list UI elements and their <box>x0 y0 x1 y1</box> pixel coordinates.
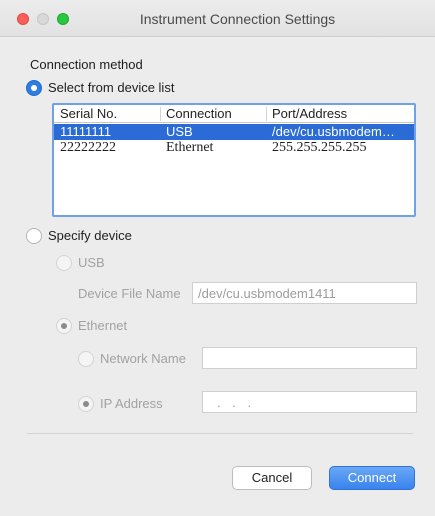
network-name-label: Network Name <box>100 351 186 366</box>
device-row[interactable]: 22222222 Ethernet 255.255.255.255 <box>54 140 414 156</box>
device-file-name-field[interactable] <box>192 282 417 304</box>
window-title: Instrument Connection Settings <box>139 11 336 27</box>
ip-address-field[interactable] <box>202 391 417 413</box>
device-serial: 11111111 <box>60 124 112 139</box>
network-name-input[interactable] <box>203 348 416 368</box>
device-port: /dev/cu.usbmodem… <box>272 124 395 139</box>
device-file-name-input[interactable] <box>193 283 416 303</box>
device-connection: Ethernet <box>166 140 214 155</box>
column-header-serial[interactable]: Serial No. <box>60 106 117 121</box>
select-from-list-label[interactable]: Select from device list <box>48 80 174 95</box>
ethernet-label: Ethernet <box>78 318 128 333</box>
title-bar[interactable]: Instrument Connection Settings <box>0 0 435 37</box>
divider <box>27 433 413 434</box>
specify-device-label[interactable]: Specify device <box>48 228 132 243</box>
connection-settings-window: Instrument Connection Settings Connectio… <box>0 0 435 516</box>
column-header-connection[interactable]: Connection <box>166 106 232 121</box>
usb-radio[interactable] <box>56 255 72 271</box>
device-file-name-label: Device File Name <box>78 286 181 301</box>
ip-address-radio[interactable] <box>78 396 94 412</box>
device-serial: 22222222 <box>60 140 116 155</box>
ethernet-radio[interactable] <box>56 318 72 334</box>
select-from-list-radio[interactable] <box>26 80 42 96</box>
connection-method-label: Connection method <box>30 57 143 72</box>
cancel-button[interactable]: Cancel <box>232 466 312 490</box>
specify-device-radio[interactable] <box>26 228 42 244</box>
device-connection: USB <box>166 124 193 139</box>
connect-button[interactable]: Connect <box>329 466 415 490</box>
column-separator <box>266 107 267 121</box>
device-list-header: Serial No. Connection Port/Address <box>54 105 414 123</box>
device-list[interactable]: Serial No. Connection Port/Address 11111… <box>52 103 416 217</box>
ip-address-label: IP Address <box>100 396 163 411</box>
column-separator <box>160 107 161 121</box>
ip-address-input[interactable] <box>203 392 416 412</box>
network-name-radio[interactable] <box>78 351 94 367</box>
network-name-field[interactable] <box>202 347 417 369</box>
column-header-port[interactable]: Port/Address <box>272 106 347 121</box>
usb-label: USB <box>78 255 105 270</box>
device-row-selected[interactable]: 11111111 USB /dev/cu.usbmodem… <box>54 124 414 140</box>
device-port: 255.255.255.255 <box>272 140 367 155</box>
